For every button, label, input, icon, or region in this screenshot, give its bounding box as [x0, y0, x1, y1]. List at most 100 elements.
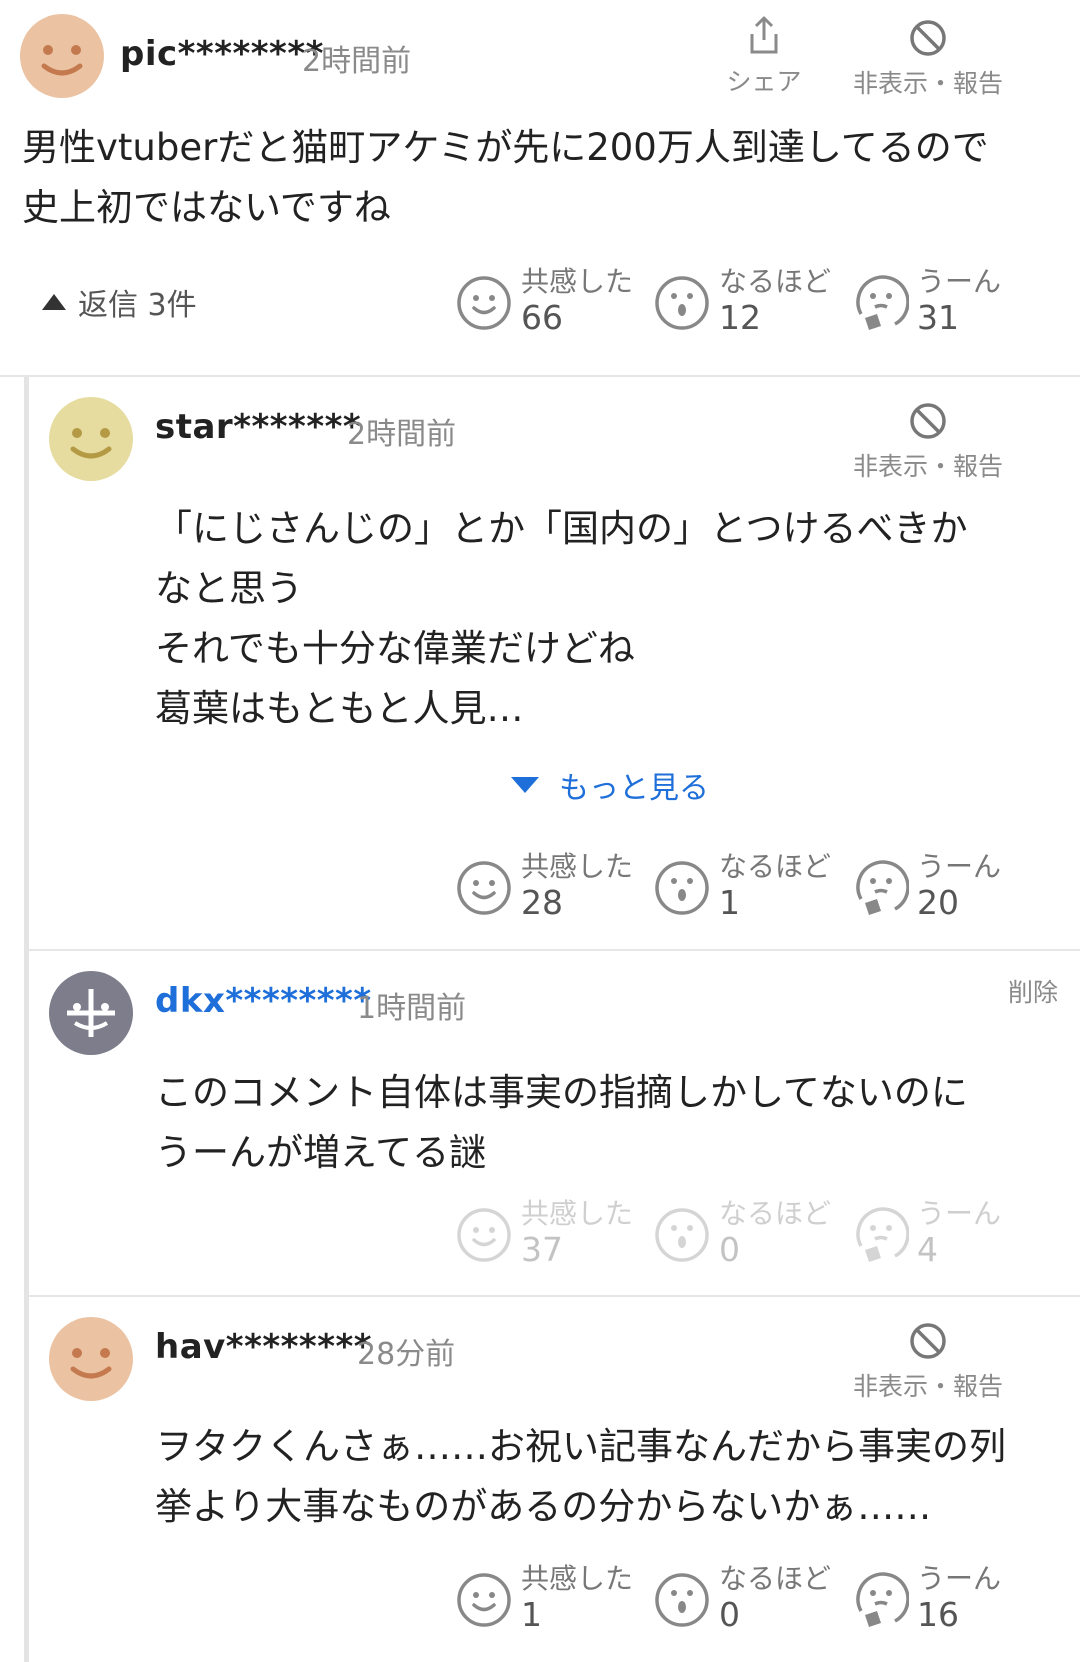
replies-toggle-button[interactable]: 返信 3件	[42, 280, 197, 324]
reply-comment: hav******** 28分前 非表示・報告 ヲタクくんさぁ……お祝い記事なん…	[29, 1297, 1080, 1662]
share-icon	[750, 16, 778, 54]
agree-label: 共感した	[521, 1197, 634, 1230]
hmm-label: うーん	[917, 1562, 1002, 1595]
agree-count: 28	[521, 883, 563, 922]
comment-text-line: 挙より大事なものがあるの分からないかぁ……	[155, 1485, 932, 1528]
show-more-label: もっと見る	[559, 771, 709, 806]
comment-text-line: うーんが増えてる謎	[155, 1131, 487, 1174]
naruhodo-label: なるほど	[719, 1562, 832, 1595]
comment-text-line: このコメント自体は事実の指摘しかしてないのに	[155, 1071, 968, 1114]
surprised-face-icon	[655, 1208, 709, 1262]
hide-report-button[interactable]: 非表示・報告	[848, 1321, 1008, 1403]
smile-face-icon	[457, 276, 511, 330]
hmm-label: うーん	[917, 1197, 1002, 1230]
username[interactable]: hav********	[155, 1327, 372, 1367]
comment-text: ヲタクくんさぁ……お祝い記事なんだから事実の列 挙より大事なものがあるの分からな…	[155, 1417, 1006, 1537]
hmm-label: うーん	[917, 265, 1002, 298]
avatar[interactable]	[49, 397, 133, 481]
agree-count: 37	[521, 1230, 563, 1269]
prohibit-icon	[910, 1323, 946, 1359]
username[interactable]: dkx********	[155, 981, 372, 1021]
thinking-face-icon	[856, 1207, 909, 1262]
triangle-up-icon	[42, 294, 66, 310]
comment-text-line: 男性vtuberだと猫町アケミが先に200万人到達してるので	[22, 126, 989, 169]
comments-page: pic******** 2時間前 シェア 非表示・報告 男性vtuberだと猫町…	[0, 0, 1080, 1662]
smile-face-icon	[457, 1208, 511, 1262]
smile-face-icon	[457, 861, 511, 915]
surprised-face-icon	[655, 1573, 709, 1627]
naruhodo-count: 12	[719, 298, 761, 337]
hide-report-label: 非表示・報告	[852, 452, 1003, 481]
naruhodo-reaction-button[interactable]: なるほど 0	[653, 1562, 843, 1643]
surprised-face-icon	[655, 861, 709, 915]
naruhodo-label: なるほど	[719, 265, 832, 298]
share-button[interactable]: シェア	[720, 14, 808, 98]
agree-label: 共感した	[521, 1562, 634, 1595]
comment-text-line: なと思う	[155, 567, 303, 610]
agree-reaction-button[interactable]: 共感した 28	[455, 850, 645, 931]
comment-text-line: 葛葉はもともと人見…	[155, 687, 524, 730]
agree-label: 共感した	[521, 850, 634, 883]
hide-report-button[interactable]: 非表示・報告	[848, 18, 1008, 100]
replies-toggle-label: 返信 3件	[78, 288, 197, 323]
smile-avatar-icon	[49, 1317, 133, 1401]
surprised-face-icon	[655, 276, 709, 330]
hmm-count: 20	[917, 883, 959, 922]
triangle-down-icon	[511, 777, 539, 793]
smile-avatar-icon	[20, 14, 104, 98]
hmm-label: うーん	[917, 850, 1002, 883]
avatar[interactable]	[49, 971, 133, 1055]
share-label: シェア	[726, 67, 802, 96]
naruhodo-label: なるほど	[719, 850, 832, 883]
reply-comment: dkx******** 1時間前 削除 このコメント自体は事実の指摘しかしてない…	[29, 951, 1080, 1297]
hmm-reaction-button[interactable]: うーん 16	[851, 1562, 1041, 1643]
agree-reaction-button: 共感した 37	[455, 1197, 645, 1278]
hide-report-label: 非表示・報告	[852, 69, 1003, 98]
hmm-reaction-button[interactable]: うーん 20	[851, 850, 1041, 931]
show-more-button[interactable]: もっと見る	[511, 763, 709, 807]
hmm-reaction-button[interactable]: うーん 31	[851, 265, 1041, 346]
naruhodo-reaction-button[interactable]: なるほど 12	[653, 265, 843, 346]
default-avatar-icon	[49, 971, 133, 1055]
agree-label: 共感した	[521, 265, 634, 298]
hmm-count: 31	[917, 298, 959, 337]
agree-count: 1	[521, 1595, 542, 1634]
timestamp: 2時間前	[347, 417, 457, 452]
comment-text: 男性vtuberだと猫町アケミが先に200万人到達してるので 史上初ではないです…	[22, 118, 989, 238]
thinking-face-icon	[856, 275, 909, 330]
avatar[interactable]	[20, 14, 104, 98]
comment-text-line: 「にじさんじの」とか「国内の」とつけるべきか	[155, 507, 968, 550]
prohibit-icon	[910, 20, 946, 56]
comment-text-line: ヲタクくんさぁ……お祝い記事なんだから事実の列	[155, 1425, 1006, 1468]
smile-avatar-icon	[49, 397, 133, 481]
hide-report-button[interactable]: 非表示・報告	[848, 401, 1008, 483]
agree-count: 66	[521, 298, 563, 337]
naruhodo-count: 1	[719, 883, 740, 922]
naruhodo-reaction-button: なるほど 0	[653, 1197, 843, 1278]
timestamp: 2時間前	[302, 44, 412, 79]
hmm-reaction-button: うーん 4	[851, 1197, 1041, 1278]
naruhodo-count: 0	[719, 1595, 740, 1634]
main-comment: pic******** 2時間前 シェア 非表示・報告 男性vtuberだと猫町…	[0, 0, 1080, 377]
smile-face-icon	[457, 1573, 511, 1627]
timestamp: 28分前	[357, 1337, 456, 1372]
comment-text-line: それでも十分な偉業だけどね	[155, 627, 635, 670]
naruhodo-reaction-button[interactable]: なるほど 1	[653, 850, 843, 931]
agree-reaction-button[interactable]: 共感した 66	[455, 265, 645, 346]
comment-text: 「にじさんじの」とか「国内の」とつけるべきか なと思う それでも十分な偉業だけど…	[155, 499, 968, 739]
comment-text: このコメント自体は事実の指摘しかしてないのに うーんが増えてる謎	[155, 1063, 968, 1183]
agree-reaction-button[interactable]: 共感した 1	[455, 1562, 645, 1643]
prohibit-icon	[910, 403, 946, 439]
naruhodo-count: 0	[719, 1230, 740, 1269]
hmm-count: 4	[917, 1230, 938, 1269]
avatar[interactable]	[49, 1317, 133, 1401]
delete-button[interactable]: 削除	[1008, 973, 1058, 1009]
comment-text-line: 史上初ではないですね	[22, 186, 391, 229]
username[interactable]: pic********	[120, 34, 324, 74]
naruhodo-label: なるほど	[719, 1197, 832, 1230]
hmm-count: 16	[917, 1595, 959, 1634]
thinking-face-icon	[856, 1572, 909, 1627]
thinking-face-icon	[856, 860, 909, 915]
username[interactable]: star*******	[155, 407, 361, 447]
timestamp: 1時間前	[357, 991, 467, 1026]
